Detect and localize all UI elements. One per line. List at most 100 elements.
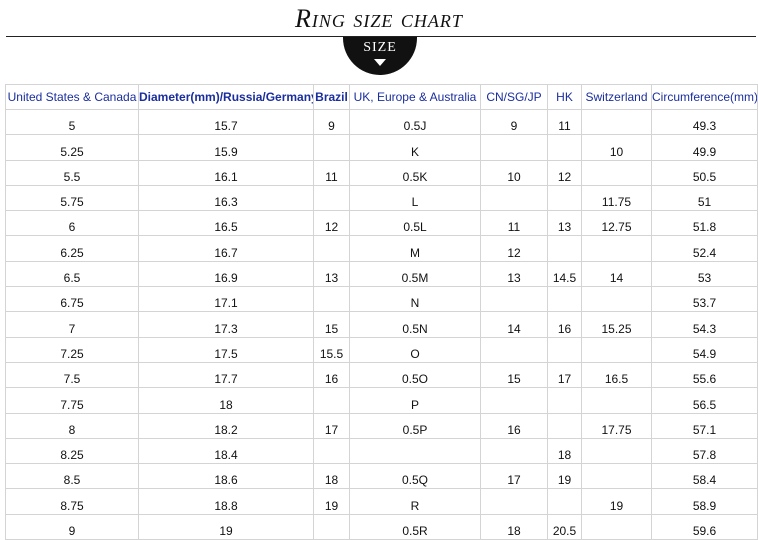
cell-hk: 20.5: [547, 513, 582, 540]
cell-switzerland: [581, 336, 652, 363]
cell-brazil: 16: [313, 361, 350, 389]
cell-uk-europe-australia: R: [349, 488, 481, 515]
size-badge-label: SIZE: [363, 40, 397, 55]
cell-brazil: [313, 286, 350, 313]
cell-circumference: 49.3: [651, 108, 758, 136]
cell-switzerland: 10: [581, 134, 652, 161]
table-row: 5.5 16.1 11 0.5K 10 12 50.5: [5, 159, 758, 186]
cell-us-canada: 5.25: [5, 134, 139, 161]
cell-switzerland: 12.75: [581, 210, 652, 237]
cell-us-canada: 9: [5, 513, 139, 540]
cell-cn-sg-jp: 12: [480, 235, 548, 262]
cell-circumference: 55.6: [651, 361, 758, 389]
cell-diameter: 16.3: [138, 184, 314, 212]
table-row: 7.5 17.7 16 0.5O 15 17 16.5 55.6: [5, 361, 758, 389]
cell-brazil: 17: [313, 412, 350, 439]
table-row: 7 17.3 15 0.5N 14 16 15.25 54.3: [5, 311, 758, 338]
table-row: 6.5 16.9 13 0.5M 13 14.5 14 53: [5, 260, 758, 288]
cell-us-canada: 6.25: [5, 235, 139, 262]
cell-us-canada: 7.5: [5, 361, 139, 389]
table-row: 8 18.2 17 0.5P 16 17.75 57.1: [5, 412, 758, 439]
cell-uk-europe-australia: 0.5K: [349, 159, 481, 186]
header-diameter: Diameter(mm)/Russia/Germany: [138, 84, 314, 110]
cell-us-canada: 6.5: [5, 260, 139, 288]
cell-diameter: 16.1: [138, 159, 314, 186]
cell-circumference: 54.3: [651, 311, 758, 338]
cell-switzerland: 16.5: [581, 361, 652, 389]
cell-diameter: 17.3: [138, 311, 314, 338]
chart-title: Ring size chart: [295, 4, 463, 33]
cell-diameter: 16.5: [138, 210, 314, 237]
cell-cn-sg-jp: [480, 336, 548, 363]
cell-cn-sg-jp: 10: [480, 159, 548, 186]
cell-cn-sg-jp: 16: [480, 412, 548, 439]
cell-switzerland: 19: [581, 488, 652, 515]
cell-brazil: 18: [313, 463, 350, 490]
cell-uk-europe-australia: 0.5J: [349, 108, 481, 136]
cell-switzerland: 17.75: [581, 412, 652, 439]
cell-cn-sg-jp: 9: [480, 108, 548, 136]
cell-brazil: 15.5: [313, 336, 350, 363]
cell-brazil: 11: [313, 159, 350, 186]
cell-switzerland: [581, 463, 652, 490]
cell-uk-europe-australia: 0.5Q: [349, 463, 481, 490]
header-us-canada: United States & Canada: [5, 84, 139, 110]
cell-cn-sg-jp: [480, 437, 548, 465]
table-row: 8.25 18.4 18 57.8: [5, 437, 758, 465]
cell-us-canada: 5.5: [5, 159, 139, 186]
cell-diameter: 18.4: [138, 437, 314, 465]
cell-circumference: 52.4: [651, 235, 758, 262]
cell-diameter: 18.8: [138, 488, 314, 515]
cell-brazil: 9: [313, 108, 350, 136]
table-row: 7.25 17.5 15.5 O 54.9: [5, 336, 758, 363]
cell-diameter: 17.5: [138, 336, 314, 363]
cell-cn-sg-jp: 13: [480, 260, 548, 288]
cell-hk: [547, 412, 582, 439]
cell-brazil: 12: [313, 210, 350, 237]
cell-brazil: 19: [313, 488, 350, 515]
cell-us-canada: 8.5: [5, 463, 139, 490]
cell-diameter: 16.9: [138, 260, 314, 288]
cell-diameter: 17.1: [138, 286, 314, 313]
cell-brazil: [313, 437, 350, 465]
cell-circumference: 51: [651, 184, 758, 212]
cell-hk: [547, 336, 582, 363]
table-row: 6 16.5 12 0.5L 11 13 12.75 51.8: [5, 210, 758, 237]
cell-hk: 16: [547, 311, 582, 338]
cell-brazil: [313, 184, 350, 212]
cell-hk: [547, 286, 582, 313]
cell-switzerland: 14: [581, 260, 652, 288]
table-row: 8.5 18.6 18 0.5Q 17 19 58.4: [5, 463, 758, 490]
cell-uk-europe-australia: 0.5P: [349, 412, 481, 439]
cell-circumference: 54.9: [651, 336, 758, 363]
cell-hk: 11: [547, 108, 582, 136]
cell-cn-sg-jp: 18: [480, 513, 548, 540]
cell-switzerland: [581, 235, 652, 262]
cell-cn-sg-jp: [480, 184, 548, 212]
cell-brazil: [313, 134, 350, 161]
cell-uk-europe-australia: P: [349, 387, 481, 414]
cell-switzerland: 15.25: [581, 311, 652, 338]
cell-uk-europe-australia: M: [349, 235, 481, 262]
cell-hk: [547, 235, 582, 262]
header-uk-europe-australia: UK, Europe & Australia: [349, 84, 481, 110]
table-row: 5.25 15.9 K 10 49.9: [5, 134, 758, 161]
cell-diameter: 18.6: [138, 463, 314, 490]
cell-hk: 18: [547, 437, 582, 465]
cell-uk-europe-australia: O: [349, 336, 481, 363]
size-badge: SIZE: [343, 37, 417, 75]
table-body: 5 15.7 9 0.5J 9 11 49.3 5.25 15.9 K 10 49.9 5.5 16.1 1…: [5, 108, 758, 540]
cell-switzerland: 11.75: [581, 184, 652, 212]
cell-hk: 13: [547, 210, 582, 237]
header-cn-sg-jp: CN/SG/JP: [480, 84, 548, 110]
cell-cn-sg-jp: [480, 387, 548, 414]
cell-cn-sg-jp: [480, 286, 548, 313]
cell-circumference: 53: [651, 260, 758, 288]
table-row: 7.75 18 P 56.5: [5, 387, 758, 414]
cell-us-canada: 6: [5, 210, 139, 237]
cell-cn-sg-jp: 11: [480, 210, 548, 237]
cell-brazil: 13: [313, 260, 350, 288]
table-row: 9 19 0.5R 18 20.5 59.6: [5, 513, 758, 540]
cell-circumference: 50.5: [651, 159, 758, 186]
table-row: 6.75 17.1 N 53.7: [5, 286, 758, 313]
